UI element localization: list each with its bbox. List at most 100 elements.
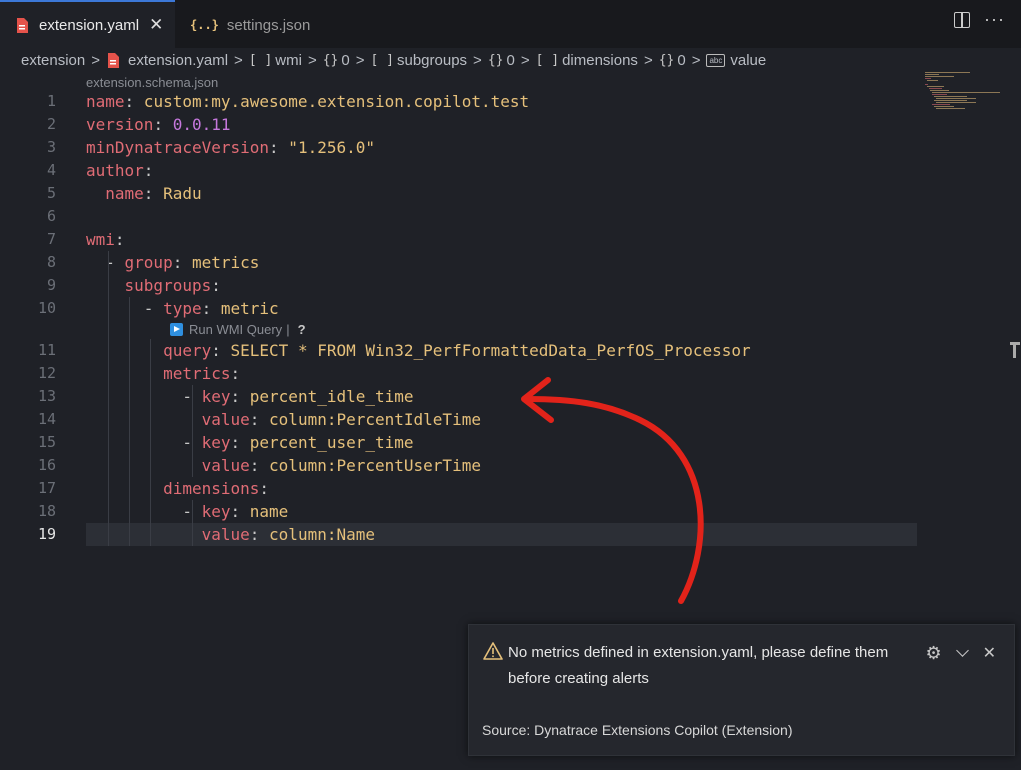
help-icon[interactable]: ? [298,322,306,337]
yaml-colon: : [143,161,154,180]
line-number: 3 [46,138,56,156]
code-text: version: 0.0.11 [86,113,231,136]
breadcrumb: extension > extension.yaml > [ ] wmi > {… [21,48,766,72]
indent-guide [191,385,193,431]
yaml-colon: : [259,479,270,498]
line-number: 19 [37,525,56,543]
code-text: author: [86,159,153,182]
code-line[interactable]: 13 - key: percent_idle_time [0,385,917,408]
run-wmi-query-label[interactable]: Run WMI Query [189,322,282,337]
yaml-value: percent_user_time [240,433,414,452]
code-line[interactable]: 1 name: custom:my.awesome.extension.copil… [0,90,917,113]
yaml-key: key [201,502,231,521]
code-text: query: SELECT * FROM Win32_PerfFormatted… [86,339,751,362]
scrollbar-cursor-marker [1010,342,1020,358]
notification-source: Source: Dynatrace Extensions Copilot (Ex… [482,722,793,738]
code-line[interactable]: 12 metrics: [0,362,917,385]
more-actions-icon[interactable]: ··· [984,10,1005,28]
yaml-key: value [201,456,250,475]
code-line[interactable]: 17 dimensions: [0,477,917,500]
code-line[interactable]: 15 - key: percent_user_time [0,431,917,454]
split-editor-icon[interactable] [954,12,971,28]
tab-extension-yaml[interactable]: extension.yaml ✕ [0,0,175,48]
yaml-value: Radu [153,184,202,203]
yaml-key: name [86,92,125,111]
gear-icon[interactable]: ⚙ [925,644,941,662]
code-line[interactable]: 19 value: column:Name [0,523,917,546]
yaml-colon: : [211,341,221,360]
yaml-colon: : [124,92,135,111]
code-line[interactable]: 8 - group: metrics [0,251,917,274]
chevron-right-icon: > [643,51,653,69]
code-line[interactable]: 2 version: 0.0.11 [0,113,917,136]
minimap-line [935,108,965,109]
minimap-line [932,104,951,105]
code-text: - key: percent_idle_time [86,385,413,408]
breadcrumb-item[interactable]: extension [21,52,85,69]
breadcrumb-item[interactable]: 0 [341,52,349,69]
code-line[interactable]: 6 [0,205,917,228]
line-number: 8 [46,253,56,271]
minimap[interactable] [925,72,1001,112]
minimap-line [932,94,948,95]
code-line[interactable]: 14 value: column:PercentIdleTime [0,408,917,431]
tab-bar: extension.yaml ✕ {..} settings.json ··· [0,0,1021,48]
code-text: name: Radu [86,182,202,205]
run-wmi-query-codelens[interactable]: Run WMI Query | ? [170,322,306,337]
code-text: value: column:PercentUserTime [86,454,481,477]
yaml-key: dimensions [163,479,260,498]
breadcrumb-item[interactable]: 0 [506,52,514,69]
breadcrumb-item[interactable]: dimensions [562,52,638,69]
code-line[interactable]: 11 query: SELECT * FROM Win32_PerfFormat… [0,339,917,362]
code-line[interactable]: 7 wmi: [0,228,917,251]
minimap-line [934,100,967,101]
tab-settings-json[interactable]: {..} settings.json [176,2,334,48]
minimap-line [926,86,944,87]
code-text: - group: metrics [86,251,259,274]
line-number: 6 [46,207,56,225]
close-icon[interactable]: ✕ [149,15,163,35]
code-line[interactable]: 16 value: column:PercentUserTime [0,454,917,477]
yaml-key: minDynatraceVersion [86,138,270,157]
yaml-value: SELECT * FROM Win32_PerfFormattedData_Pe… [220,341,751,360]
code-line[interactable]: 9 subgroups: [0,274,917,297]
code-line[interactable]: 5 name: Radu [0,182,917,205]
chevron-right-icon: > [520,51,530,69]
yaml-key: version [86,115,154,134]
code-line[interactable]: 4 author: [0,159,917,182]
yaml-key: query [163,341,212,360]
line-number: 14 [37,410,56,428]
code-line[interactable]: 3 minDynatraceVersion: "1.256.0" [0,136,917,159]
code-text: - key: percent_user_time [86,431,414,454]
schema-codelens[interactable]: extension.schema.json [86,75,218,90]
yaml-key: metrics [163,364,231,383]
chevron-down-icon[interactable] [955,644,969,657]
array-icon: [ ] [370,52,394,68]
notification-toast: No metrics defined in extension.yaml, pl… [468,624,1015,756]
minimap-line [935,102,976,103]
breadcrumb-item[interactable]: value [730,52,766,69]
yaml-value: column:PercentUserTime [259,456,481,475]
yaml-colon: : [230,364,241,383]
yaml-colon: : [230,502,241,521]
breadcrumb-item[interactable]: wmi [275,52,302,69]
code-line[interactable]: 18 - key: name [0,500,917,523]
indent-guide [149,339,151,546]
yaml-colon: : [114,230,125,249]
breadcrumb-item[interactable]: subgroups [397,52,467,69]
close-icon[interactable]: ✕ [983,643,996,663]
breadcrumb-item[interactable]: 0 [677,52,685,69]
code-line[interactable]: 10 - type: metric [0,297,917,320]
tab-label: extension.yaml [39,16,140,34]
code-text: wmi: [86,228,125,251]
code-text: dimensions: [86,477,269,500]
string-icon: abc [706,53,726,67]
breadcrumb-item[interactable]: extension.yaml [128,52,228,69]
yaml-value: metrics [182,253,260,272]
yaml-colon: : [211,276,221,295]
code-text: - key: name [86,500,288,523]
line-number: 10 [37,299,56,317]
